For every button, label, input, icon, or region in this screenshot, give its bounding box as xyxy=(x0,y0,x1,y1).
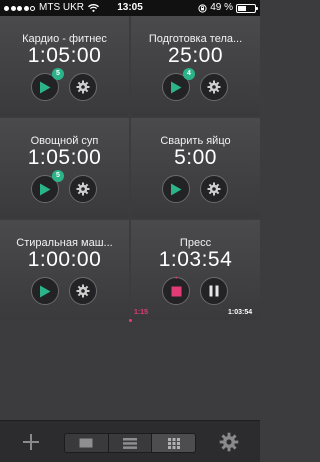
list-view-button[interactable] xyxy=(108,434,153,452)
gear-icon xyxy=(207,182,221,196)
timer-time: 1:05:00 xyxy=(27,44,102,67)
add-timer-button[interactable] xyxy=(21,432,41,452)
play-icon xyxy=(40,81,51,93)
timeline-current-label: 1:15 xyxy=(134,309,149,316)
battery-percent: 49 % xyxy=(210,2,233,13)
count-badge: 5 xyxy=(52,68,64,80)
gear-icon xyxy=(219,432,239,452)
settings-button[interactable] xyxy=(69,73,97,101)
timer-card[interactable]: Стиральная маш... 1:00:00 xyxy=(0,220,129,320)
play-icon xyxy=(40,183,51,195)
grid-view-icon xyxy=(167,437,180,449)
count-badge: 5 xyxy=(52,170,64,182)
timeline-marker xyxy=(129,319,132,322)
settings-button[interactable] xyxy=(69,175,97,203)
timer-card[interactable]: Подготовка тела... 25:00 4 xyxy=(131,16,260,116)
timer-card[interactable]: Кардио - фитнес 1:05:00 5 xyxy=(0,16,129,116)
gear-icon xyxy=(76,284,90,298)
play-button[interactable]: 4 xyxy=(162,68,195,101)
play-icon xyxy=(171,81,182,93)
view-switcher xyxy=(64,433,196,453)
settings-button[interactable] xyxy=(200,175,228,203)
play-button[interactable]: 5 xyxy=(31,68,64,101)
timer-time: 1:05:00 xyxy=(27,146,102,169)
stop-button[interactable] xyxy=(161,276,190,305)
timer-time: 1:03:54 xyxy=(158,248,233,271)
gear-icon xyxy=(76,80,90,94)
timer-card[interactable]: Овощной суп 1:05:00 5 xyxy=(0,118,129,218)
timer-time: 5:00 xyxy=(174,146,217,169)
settings-button[interactable] xyxy=(200,73,228,101)
play-button[interactable] xyxy=(31,277,59,305)
play-icon xyxy=(171,183,182,195)
play-button[interactable] xyxy=(162,175,190,203)
list-view-icon xyxy=(123,437,137,449)
play-button[interactable]: 5 xyxy=(31,170,64,203)
pause-icon xyxy=(209,285,219,297)
timer-card[interactable]: Сварить яйцо 5:00 xyxy=(131,118,260,218)
settings-button[interactable] xyxy=(69,277,97,305)
timer-time: 1:00:00 xyxy=(27,248,102,271)
count-badge: 4 xyxy=(183,68,195,80)
app-settings-button[interactable] xyxy=(219,432,239,457)
grid-view-button[interactable] xyxy=(152,434,195,452)
bottom-toolbar xyxy=(0,420,260,462)
status-bar: MTS UKR 13:05 49 % xyxy=(0,0,260,16)
orientation-lock-icon xyxy=(198,3,207,13)
play-icon xyxy=(40,285,51,297)
pause-button[interactable] xyxy=(200,277,228,305)
single-view-button[interactable] xyxy=(65,434,109,452)
battery-icon xyxy=(236,3,258,13)
single-view-icon xyxy=(79,438,93,448)
status-right: 49 % xyxy=(198,0,258,16)
elapsed-time-label: 1:03:54 xyxy=(228,309,253,316)
gear-icon xyxy=(207,80,221,94)
timer-time: 25:00 xyxy=(167,44,224,67)
timer-card-running[interactable]: Пресс 1:03:54 xyxy=(131,220,260,320)
progress-ring xyxy=(161,276,190,305)
screen: MTS UKR 13:05 49 % Кардио - фитнес 1:05:… xyxy=(0,0,260,462)
gear-icon xyxy=(76,182,90,196)
